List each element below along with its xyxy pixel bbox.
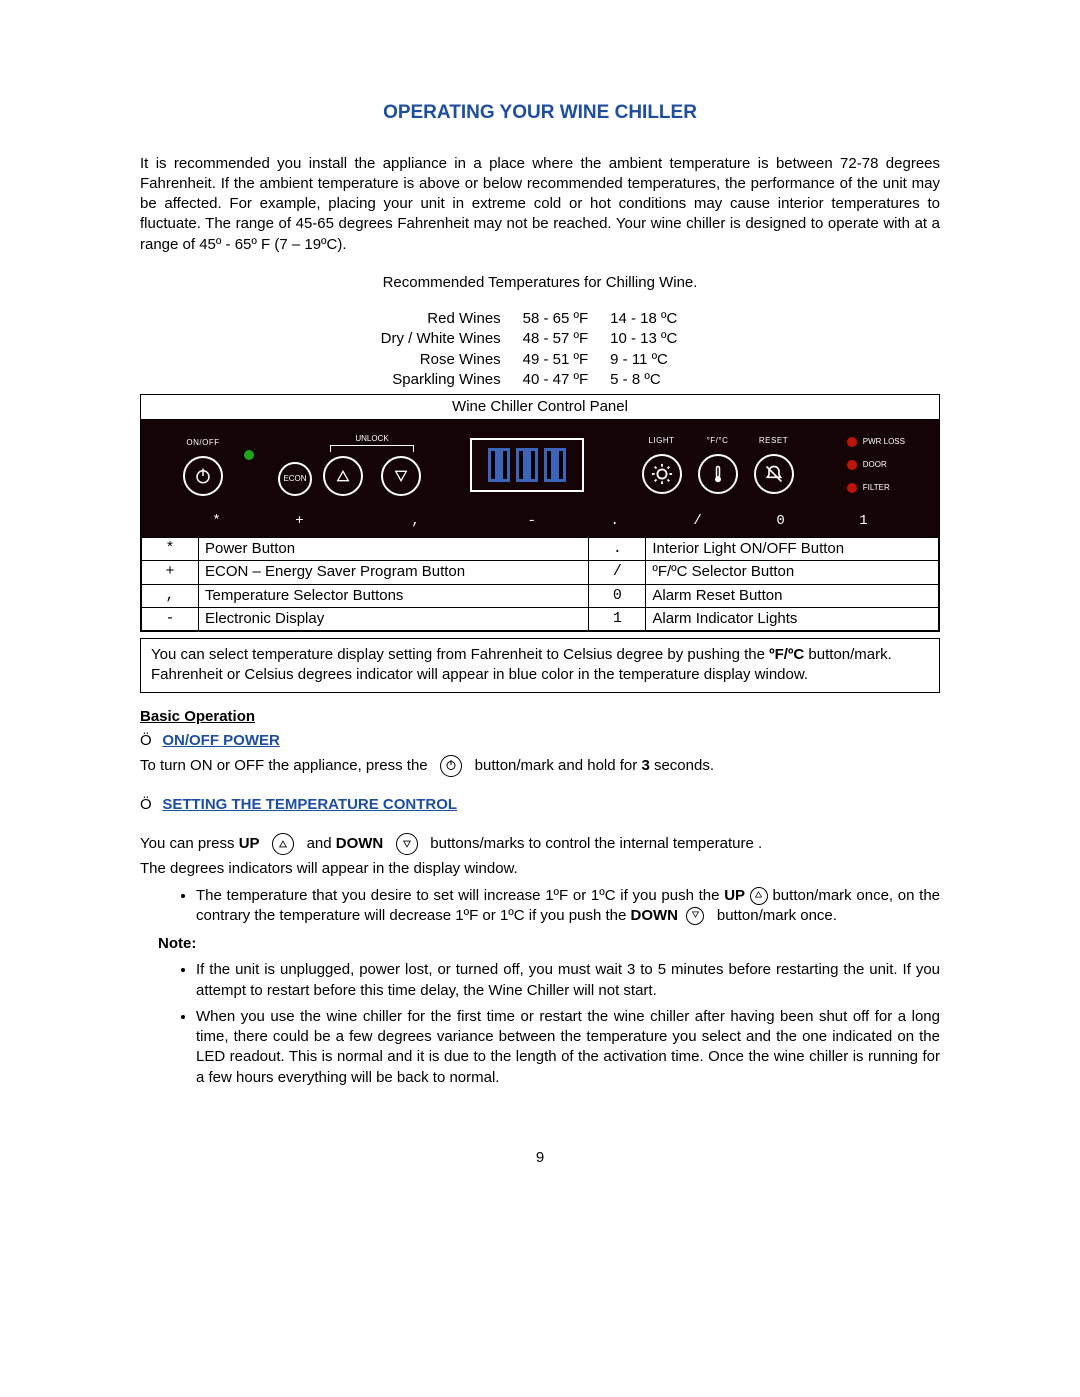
setting-temp-line1: You can press UP and DOWN buttons/marks … [140,833,940,855]
note-heading: Note: [158,935,196,952]
led-green-icon [244,450,254,460]
control-panel-box: Wine Chiller Control Panel ON/OFF ECON [140,394,940,632]
label-reset: RESET [759,436,788,448]
legend-table: *Power Button .Interior Light ON/OFF But… [141,537,939,631]
power-icon [194,467,212,485]
basic-operation-heading: Basic Operation [140,707,940,727]
thermometer-icon [709,465,727,483]
intro-paragraph: It is recommended you install the applia… [140,154,940,255]
reset-button [754,454,794,494]
label-fc: °F/°C [707,436,729,448]
setting-temp-line2: The degrees indicators will appear in th… [140,859,940,879]
triangle-down-icon [393,468,409,484]
temp-down-button [381,456,421,496]
triangle-down-icon [396,833,418,855]
recommended-temperatures-table: Red Wines58 - 65 ºF14 - 18 ºC Dry / Whit… [381,309,700,390]
triangle-up-icon [272,833,294,855]
panel-caption: Wine Chiller Control Panel [141,395,939,420]
temp-bullet-list: The temperature that you desire to set w… [140,886,940,927]
page-title: OPERATING YOUR WINE CHILLER [140,100,940,126]
triangle-up-icon [750,887,768,905]
marker-row: * + , - . / 0 1 [175,506,905,531]
triangle-down-icon [686,907,704,925]
fc-button [698,454,738,494]
fc-note-box: You can select temperature display setti… [140,638,940,693]
onoff-instruction: To turn ON or OFF the appliance, press t… [140,755,940,777]
page-number: 9 [140,1148,940,1168]
electronic-display [470,438,584,492]
label-onoff: ON/OFF [186,438,219,450]
power-button [183,456,223,496]
label-light: LIGHT [648,436,674,448]
alarm-indicator-lights: PWR LOSS DOOR FILTER [847,437,905,493]
alarm-off-icon [764,464,784,484]
temp-up-button [323,456,363,496]
led-red-icon [847,437,857,447]
led-red-icon [847,483,857,493]
light-icon [651,463,673,485]
light-button [642,454,682,494]
note-bullet-list: If the unit is unplugged, power lost, or… [140,960,940,1088]
led-red-icon [847,460,857,470]
econ-button: ECON [278,462,312,496]
power-icon [440,755,462,777]
onoff-heading: ON/OFF POWER [162,732,280,749]
control-panel-illustration: ON/OFF ECON UNLOCK [141,420,939,537]
temps-caption: Recommended Temperatures for Chilling Wi… [140,273,940,293]
setting-temp-heading: SETTING THE TEMPERATURE CONTROL [162,796,457,813]
triangle-up-icon [335,468,351,484]
label-unlock: UNLOCK [330,434,414,445]
